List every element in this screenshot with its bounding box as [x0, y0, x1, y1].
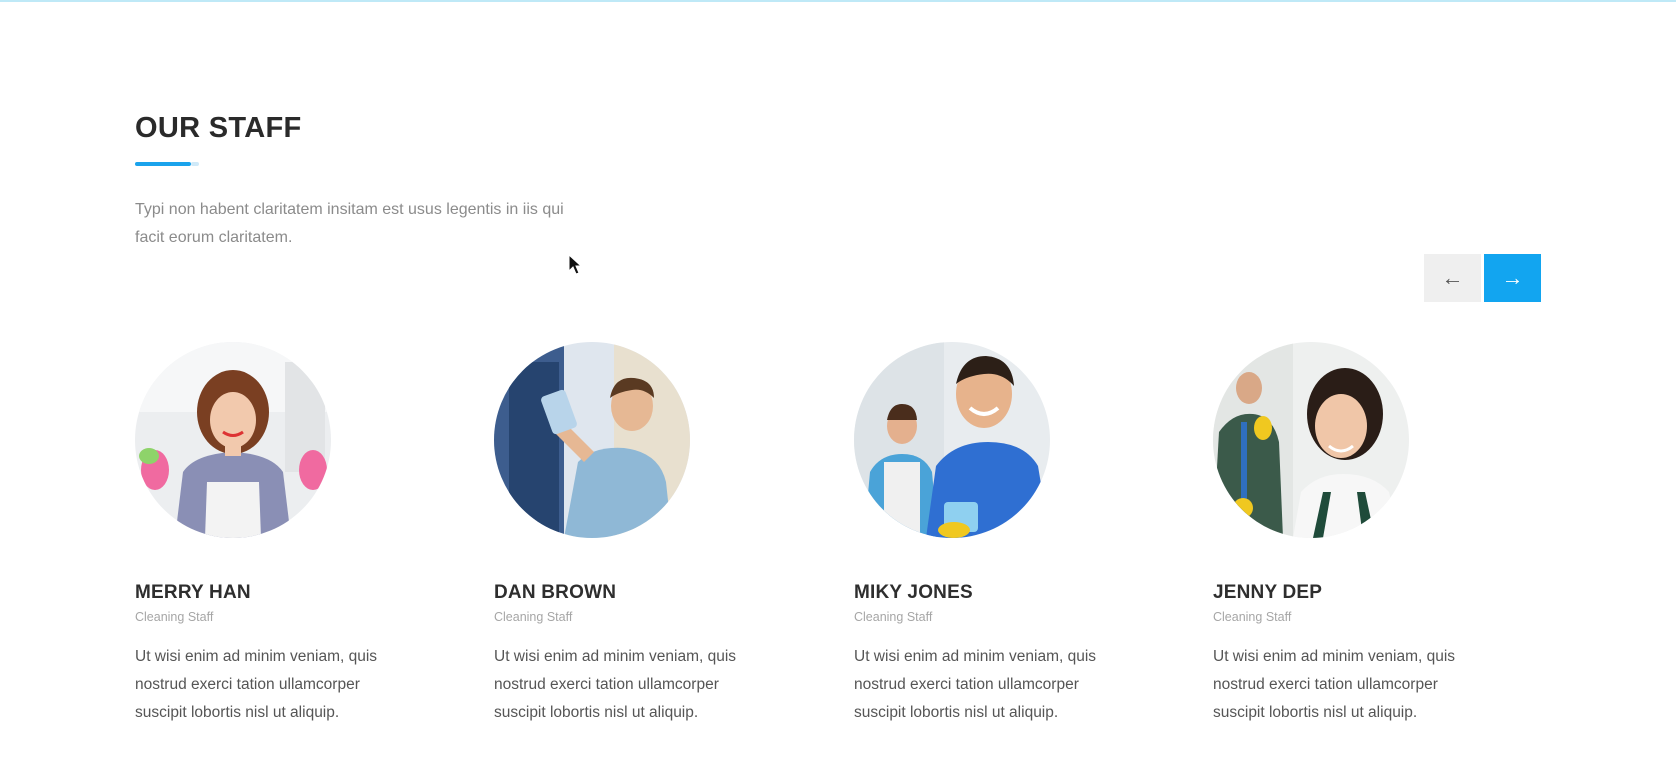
section-intro: Typi non habent claritatem insitam est u… — [135, 201, 564, 246]
our-staff-section: OUR STAFF Typi non habent claritatem ins… — [0, 0, 1676, 781]
staff-card: MIKY JONES Cleaning Staff Ut wisi enim a… — [854, 342, 1154, 727]
carousel-next-button[interactable]: → — [1484, 254, 1541, 302]
carousel-prev-button[interactable]: ← — [1424, 254, 1481, 302]
staff-photo — [854, 342, 1050, 538]
staff-photo — [494, 342, 690, 538]
staff-role: Cleaning Staff — [494, 610, 573, 624]
staff-name: DAN BROWN — [494, 582, 617, 603]
staff-name: MIKY JONES — [854, 582, 973, 603]
mouse-cursor-icon — [568, 254, 582, 275]
staff-bio: Ut wisi enim ad minim veniam, quis nostr… — [494, 648, 737, 721]
staff-name: JENNY DEP — [1213, 582, 1323, 603]
arrow-left-icon: ← — [1441, 265, 1464, 290]
staff-card: JENNY DEP Cleaning Staff Ut wisi enim ad… — [1213, 342, 1513, 727]
title-underline — [135, 162, 199, 166]
arrow-right-icon: → — [1501, 265, 1524, 290]
staff-name: MERRY HAN — [135, 582, 251, 603]
staff-role: Cleaning Staff — [1213, 610, 1292, 624]
staff-bio: Ut wisi enim ad minim veniam, quis nostr… — [854, 648, 1097, 721]
staff-role: Cleaning Staff — [854, 610, 933, 624]
staff-card: DAN BROWN Cleaning Staff Ut wisi enim ad… — [494, 342, 794, 727]
staff-card: MERRY HAN Cleaning Staff Ut wisi enim ad… — [135, 342, 435, 727]
staff-bio: Ut wisi enim ad minim veniam, quis nostr… — [135, 648, 378, 721]
staff-role: Cleaning Staff — [135, 610, 214, 624]
staff-bio: Ut wisi enim ad minim veniam, quis nostr… — [1213, 648, 1456, 721]
staff-photo — [1213, 342, 1409, 538]
staff-photo — [135, 342, 331, 538]
section-title: OUR STAFF — [135, 112, 302, 144]
